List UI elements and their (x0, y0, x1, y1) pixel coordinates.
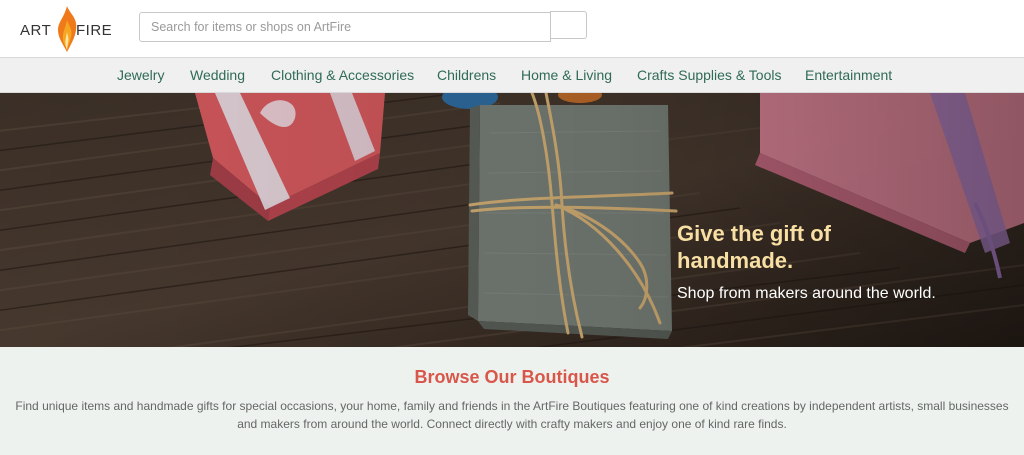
hero-headline: Give the gift of handmade. (677, 221, 831, 273)
boutiques-description: Find unique items and handmade gifts for… (15, 399, 1009, 431)
nav-item-wedding[interactable]: Wedding (190, 58, 245, 93)
search-input[interactable] (139, 12, 551, 42)
logo-text-fire: FIRE (76, 22, 113, 39)
boutiques-title: Browse Our Boutiques (414, 367, 610, 387)
boutiques-section: Browse Our Boutiques Find unique items a… (0, 347, 1024, 455)
category-nav: Jewelry Wedding Clothing & Accessories C… (0, 57, 1024, 93)
logo-text-art: ART (20, 22, 52, 39)
nav-item-clothing-accessories[interactable]: Clothing & Accessories (271, 58, 414, 93)
nav-item-childrens[interactable]: Childrens (437, 58, 496, 93)
nav-item-home-living[interactable]: Home & Living (521, 58, 612, 93)
search-button[interactable] (550, 11, 587, 39)
site-header: ART FIRE (0, 0, 1024, 57)
nav-item-crafts-supplies-tools[interactable]: Crafts Supplies & Tools (637, 58, 781, 93)
hero-subline: Shop from makers around the world. (677, 285, 936, 302)
hero-banner[interactable]: Give the gift of handmade. Shop from mak… (0, 93, 1024, 347)
nav-item-jewelry[interactable]: Jewelry (117, 58, 164, 93)
artfire-logo[interactable]: ART FIRE (20, 4, 116, 54)
nav-item-entertainment[interactable]: Entertainment (805, 58, 892, 93)
